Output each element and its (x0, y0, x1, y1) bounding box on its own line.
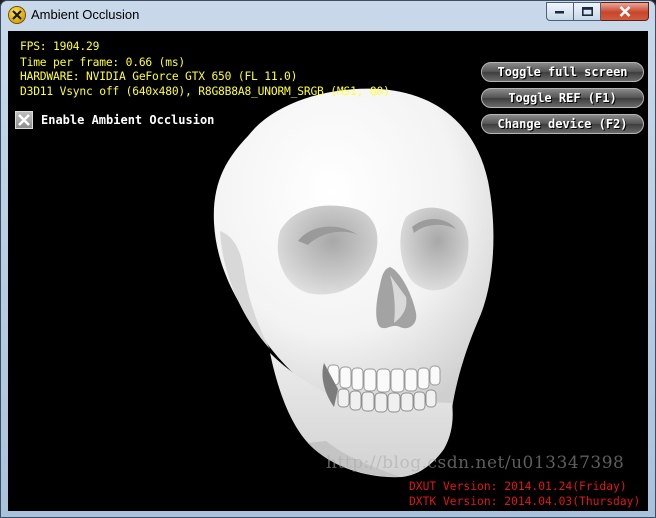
change-device-button[interactable]: Change device (F2) (481, 114, 644, 134)
hardware-text: HARDWARE: NVIDIA GeForce GTX 650 (FL 11.… (20, 70, 298, 83)
window-title: Ambient Occlusion (31, 7, 140, 22)
ambient-occlusion-label[interactable]: Enable Ambient Occlusion (41, 113, 214, 127)
maximize-button[interactable] (574, 2, 601, 21)
maximize-icon (581, 7, 593, 16)
checkmark-icon (18, 114, 30, 126)
watermark-text: http://blog.csdn.net/u013347398 (326, 453, 625, 473)
frame-time-text: Time per frame: 0.66 (ms) (20, 56, 186, 69)
device-text: D3D11 Vsync off (640x480), R8G8B8A8_UNOR… (20, 85, 390, 98)
dxut-version-text: DXUT Version: 2014.01.24(Friday) (409, 480, 627, 493)
fps-text: FPS: 1904.29 (20, 40, 100, 53)
dxtk-version-text: DXTK Version: 2014.04.03(Thursday) (409, 495, 641, 508)
toggle-fullscreen-button[interactable]: Toggle full screen (481, 62, 644, 82)
render-viewport[interactable]: FPS: 1904.29 Time per frame: 0.66 (ms) H… (8, 31, 648, 511)
close-button[interactable] (601, 2, 649, 21)
minimize-icon (555, 10, 564, 13)
directx-icon (9, 7, 25, 23)
minimize-button[interactable] (546, 2, 574, 21)
title-bar[interactable]: Ambient Occlusion (1, 1, 655, 30)
close-icon (619, 6, 630, 17)
app-window: Ambient Occlusion FPS: 1904.29 Time per … (0, 0, 656, 518)
ambient-occlusion-checkbox[interactable] (15, 111, 33, 129)
toggle-ref-button[interactable]: Toggle REF (F1) (481, 88, 644, 108)
